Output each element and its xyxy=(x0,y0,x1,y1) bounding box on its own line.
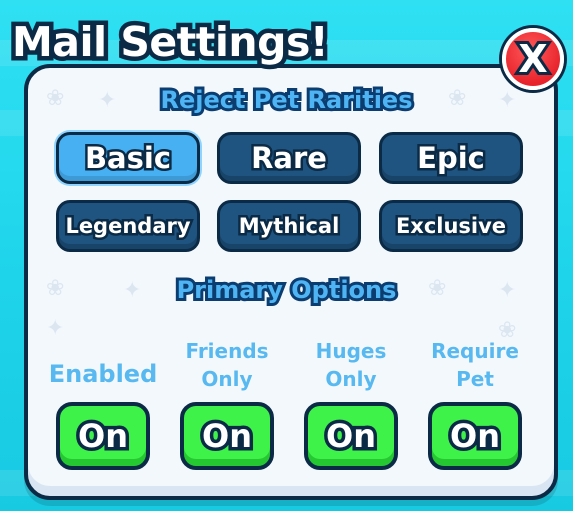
rarity-epic-button[interactable]: Epic xyxy=(379,132,523,184)
huges-only-toggle[interactable]: On xyxy=(304,402,398,470)
rarity-mythical-button[interactable]: Mythical xyxy=(217,200,361,252)
huges-only-label: Huges Only xyxy=(315,339,387,391)
primary-options-heading: Primary Options xyxy=(174,273,400,307)
rarity-rare-button[interactable]: Rare xyxy=(217,132,361,184)
rarity-legendary-button[interactable]: Legendary xyxy=(56,200,200,252)
friends-only-label: Friends Only xyxy=(185,339,269,391)
friends-only-toggle[interactable]: On xyxy=(180,402,274,470)
rarity-exclusive-button[interactable]: Exclusive xyxy=(379,200,523,252)
window-title: Mail Settings! xyxy=(7,14,333,71)
require-pet-label: Require Pet xyxy=(431,339,519,391)
require-pet-toggle[interactable]: On xyxy=(428,402,522,470)
close-x-icon: X xyxy=(515,37,550,81)
close-button[interactable]: X xyxy=(502,28,564,90)
enabled-label: Enabled xyxy=(48,360,158,388)
enabled-toggle[interactable]: On xyxy=(56,402,150,470)
rarity-basic-button[interactable]: Basic xyxy=(56,132,200,184)
paw-print-icon: ✦ xyxy=(46,316,65,341)
reject-rarities-heading: Reject Pet Rarities xyxy=(157,83,415,117)
